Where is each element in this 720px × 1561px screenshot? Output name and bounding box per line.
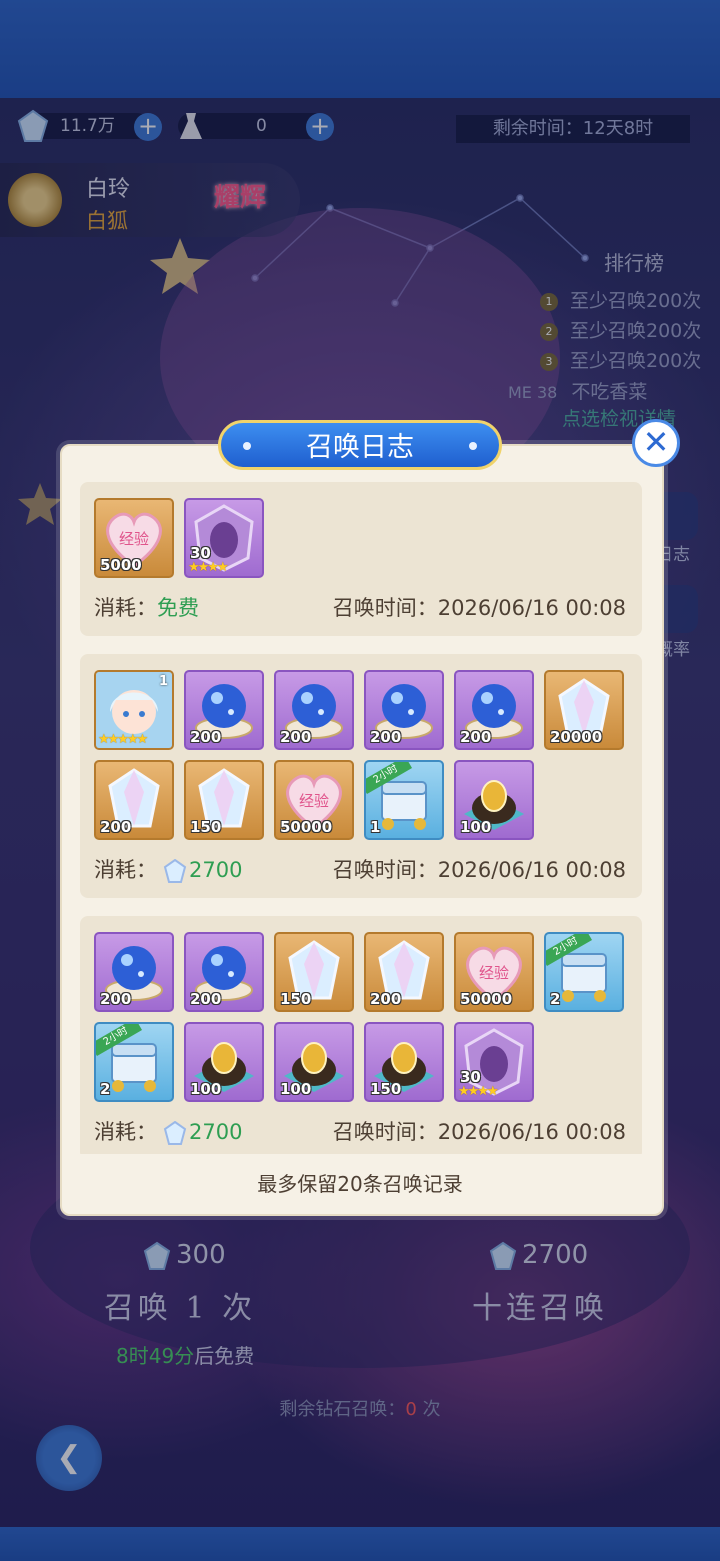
svg-text:经验: 经验	[299, 792, 329, 810]
item-quantity: 200	[460, 728, 492, 746]
crystal-orb-reward-item[interactable]: 200	[274, 670, 354, 750]
item-quantity: 50000	[280, 818, 333, 836]
crystal-orb-reward-item[interactable]: 200	[184, 932, 264, 1012]
item-quantity: 100	[190, 1080, 222, 1098]
record-cost: 消耗： 2700	[94, 854, 242, 884]
summon-time: 召唤时间：2026/06/16 00:08	[332, 1120, 626, 1144]
exp-heart-reward-item[interactable]: 经验 5000	[94, 498, 174, 578]
diamond-icon	[157, 1120, 189, 1145]
item-quantity: 200	[100, 818, 132, 836]
cost-value: 2700	[189, 858, 243, 882]
crystal-orb-reward-item[interactable]: 200	[364, 670, 444, 750]
summon-record: 200 200 150 200 经验 50000 2小时 2 2小时 2 100 100 150 30 ★★…	[80, 916, 642, 1154]
crystal-orb-reward-item[interactable]: 200	[94, 932, 174, 1012]
crystal-orb-reward-item[interactable]: 200	[184, 670, 264, 750]
character-card-reward-item[interactable]: 1 ★★★★★	[94, 670, 174, 750]
dialog-title: 召唤日志	[306, 432, 414, 463]
purple-shard-reward-item[interactable]: 30 ★★★★	[454, 1022, 534, 1102]
record-cost: 消耗：免费	[94, 592, 199, 622]
golden-egg-reward-item[interactable]: 150	[364, 1022, 444, 1102]
summon-time: 召唤时间：2026/06/16 00:08	[332, 858, 626, 882]
golden-egg-reward-item[interactable]: 100	[454, 760, 534, 840]
item-quantity: 5000	[100, 556, 142, 574]
diamond-reward-item[interactable]: 150	[184, 760, 264, 840]
item-quantity: 2	[100, 1080, 111, 1098]
purple-shard-reward-item[interactable]: 30 ★★★★	[184, 498, 264, 578]
diamond-reward-item[interactable]: 20000	[544, 670, 624, 750]
svg-text:经验: 经验	[119, 530, 149, 548]
cost-value: 2700	[189, 1120, 243, 1144]
star-rating: ★★★★	[458, 1084, 499, 1099]
item-quantity: 200	[190, 728, 222, 746]
dialog-title-plate: 召唤日志	[218, 420, 502, 470]
log-retention-note: 最多保留20条召唤记录	[257, 1172, 463, 1196]
item-quantity: 20000	[550, 728, 603, 746]
diamond-reward-item[interactable]: 150	[274, 932, 354, 1012]
title-dot-decoration	[243, 442, 251, 450]
exp-heart-reward-item[interactable]: 经验 50000	[274, 760, 354, 840]
diamond-reward-item[interactable]: 200	[94, 760, 174, 840]
golden-egg-reward-item[interactable]: 100	[274, 1022, 354, 1102]
item-quantity: 100	[460, 818, 492, 836]
summon-record: 经验 5000 30 ★★★★ 消耗：免费 召唤时间：2026/06/16 00:08	[80, 482, 642, 636]
item-quantity: 200	[100, 990, 132, 1008]
cost-value: 免费	[157, 596, 199, 620]
summon-time: 召唤时间：2026/06/16 00:08	[332, 596, 626, 620]
exp-heart-reward-item[interactable]: 经验 50000	[454, 932, 534, 1012]
gold-chest-reward-item[interactable]: 2小时 1	[364, 760, 444, 840]
item-quantity: 50000	[460, 990, 513, 1008]
star-rating: ★★★★	[188, 560, 229, 575]
close-dialog-button[interactable]: ✕	[632, 419, 680, 467]
gold-chest-reward-item[interactable]: 2小时 2	[544, 932, 624, 1012]
item-quantity: 2	[550, 990, 561, 1008]
cost-label: 消耗：	[94, 596, 157, 620]
item-quantity: 150	[190, 818, 222, 836]
cost-label: 消耗：	[94, 858, 157, 882]
item-quantity: 1	[370, 818, 381, 836]
item-quantity: 200	[370, 990, 402, 1008]
item-quantity: 200	[190, 990, 222, 1008]
record-cost: 消耗： 2700	[94, 1116, 242, 1146]
item-quantity: 150	[280, 990, 312, 1008]
gold-chest-reward-item[interactable]: 2小时 2	[94, 1022, 174, 1102]
star-rating: ★★★★★	[98, 732, 148, 747]
crystal-orb-reward-item[interactable]: 200	[454, 670, 534, 750]
diamond-icon	[157, 858, 189, 883]
item-quantity: 200	[280, 728, 312, 746]
item-quantity: 200	[370, 728, 402, 746]
title-dot-decoration	[469, 442, 477, 450]
diamond-reward-item[interactable]: 200	[364, 932, 444, 1012]
character-level: 1	[158, 674, 168, 689]
summon-record: 1 ★★★★★ 200 200 200 200 20000 200 150 经验 50000 2小时 1…	[80, 654, 642, 898]
close-icon: ✕	[642, 423, 670, 461]
item-quantity: 150	[370, 1080, 402, 1098]
svg-text:经验: 经验	[479, 964, 509, 982]
cost-label: 消耗：	[94, 1120, 157, 1144]
golden-egg-reward-item[interactable]: 100	[184, 1022, 264, 1102]
summon-log-list[interactable]: 经验 5000 30 ★★★★ 消耗：免费 召唤时间：2026/06/16 00:08 1 ★…	[80, 482, 642, 1154]
item-quantity: 100	[280, 1080, 312, 1098]
